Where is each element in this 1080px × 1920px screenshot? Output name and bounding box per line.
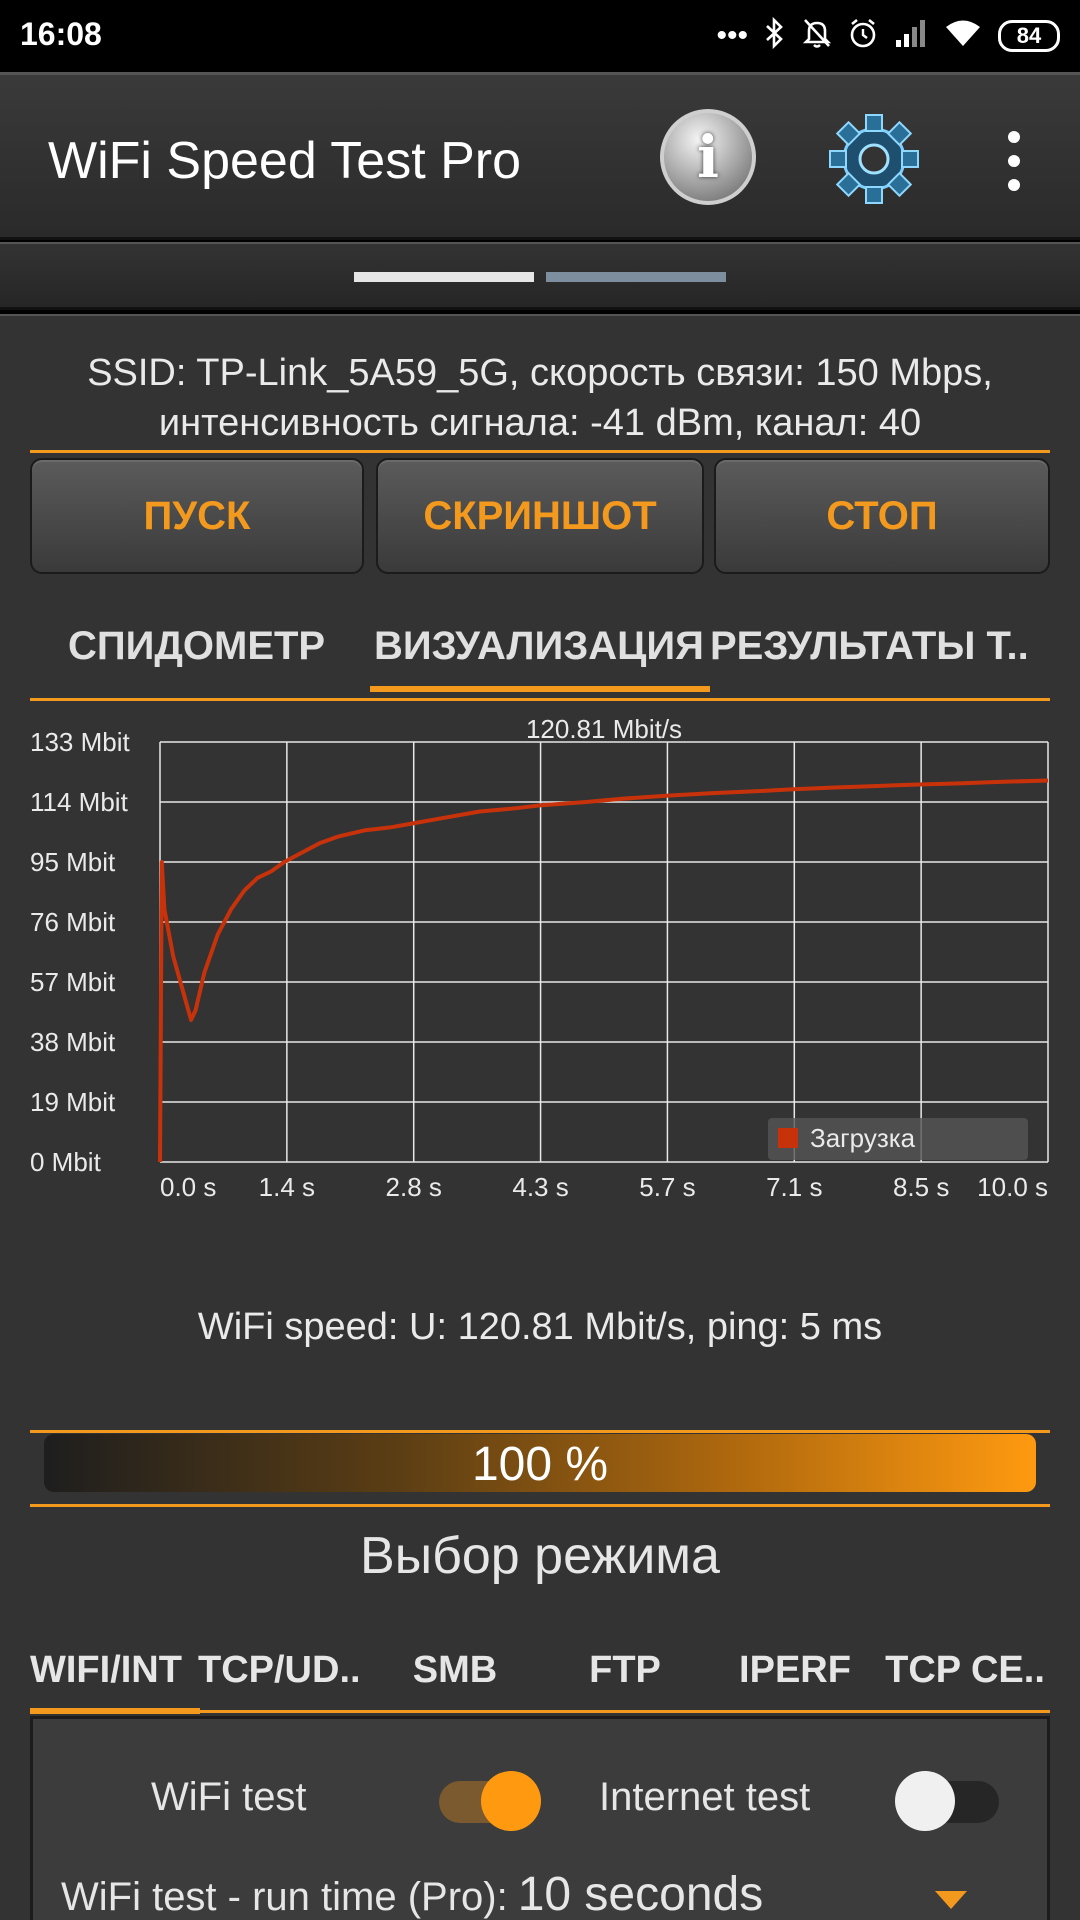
y-tick-label: 57 Mbit (30, 967, 116, 997)
tab-selected-indicator (370, 686, 710, 692)
chart-legend-swatch (778, 1128, 798, 1148)
x-tick-label: 0.0 s (160, 1172, 216, 1202)
x-tick-label: 5.7 s (639, 1172, 695, 1202)
x-tick-label: 2.8 s (386, 1172, 442, 1202)
runtime-setting[interactable]: WiFi test - run time (Pro): 10 seconds (61, 1867, 763, 1920)
bluetooth-icon (764, 16, 786, 55)
status-icons: ••• 84 (716, 14, 1060, 58)
chart-legend-label: Загрузка (810, 1123, 916, 1153)
y-tick-label: 19 Mbit (30, 1087, 116, 1117)
overflow-menu-icon[interactable] (1000, 131, 1028, 191)
chart-x-ticks: 0.0 s 1.4 s 2.8 s 4.3 s 5.7 s 7.1 s 8.5 s 10.0 … (160, 1172, 1048, 1202)
y-tick-label: 133 Mbit (30, 727, 130, 757)
signal-icon (894, 18, 928, 54)
settings-gear-icon[interactable] (822, 111, 926, 207)
toggle-knob (895, 1771, 955, 1831)
status-time: 16:08 (20, 16, 102, 52)
view-tabs: СПИДОМЕТР ВИЗУАЛИЗАЦИЯ РЕЗУЛЬТАТЫ Т.. (30, 606, 1050, 692)
page-indicator-active[interactable] (354, 272, 534, 282)
divider (30, 1430, 1050, 1433)
options-panel: WiFi test Internet test WiFi test - run … (30, 1716, 1050, 1920)
divider (30, 1504, 1050, 1507)
y-tick-label: 114 Mbit (30, 787, 129, 817)
dropdown-caret-icon[interactable] (935, 1891, 967, 1909)
progress-bar: 100 % (44, 1434, 1036, 1492)
stop-button[interactable]: СТОП (714, 458, 1050, 574)
tab-results[interactable]: РЕЗУЛЬТАТЫ Т.. (710, 606, 1050, 686)
y-tick-label: 95 Mbit (30, 847, 116, 877)
progress-label: 100 % (471, 1438, 609, 1491)
x-tick-label: 7.1 s (766, 1172, 822, 1202)
wifi-test-label: WiFi test (151, 1775, 307, 1819)
tab-smb[interactable]: SMB (370, 1628, 540, 1712)
status-bar: 16:08 ••• 84 (0, 0, 1080, 72)
battery-indicator: 84 (998, 20, 1060, 52)
tab-tcp-udp[interactable]: TCP/UD.. (198, 1628, 370, 1712)
page-indicator (0, 242, 1080, 310)
x-tick-label: 10.0 s (977, 1172, 1048, 1202)
speed-summary: WiFi speed: U: 120.81 Mbit/s, ping: 5 ms (197, 1306, 883, 1348)
runtime-label: WiFi test - run time (Pro): (61, 1875, 508, 1919)
chart-title: 120.81 Mbit/s (526, 714, 682, 744)
start-button[interactable]: ПУСК (30, 458, 364, 574)
y-tick-label: 38 Mbit (30, 1027, 116, 1057)
app-bar: WiFi Speed Test Pro i (0, 72, 1080, 240)
x-tick-label: 8.5 s (893, 1172, 949, 1202)
x-tick-label: 4.3 s (512, 1172, 568, 1202)
app-title: WiFi Speed Test Pro (48, 132, 522, 190)
y-tick-label: 0 Mbit (30, 1147, 102, 1177)
internet-test-toggle[interactable] (895, 1771, 999, 1831)
connection-info-line2: интенсивность сигнала: -41 dBm, канал: 4… (158, 402, 922, 444)
chart-y-ticks: 133 Mbit 114 Mbit 95 Mbit 76 Mbit 57 Mbit 38 … (30, 727, 130, 1177)
chart-legend: Загрузка (768, 1118, 1028, 1160)
divider (30, 1710, 1050, 1713)
connection-info-line1: SSID: TP-Link_5A59_5G, скорость связи: 1… (87, 352, 993, 394)
screenshot-button[interactable]: СКРИНШОТ (376, 458, 704, 574)
y-tick-label: 76 Mbit (30, 907, 116, 937)
connection-info: SSID: TP-Link_5A59_5G, скорость связи: 1… (30, 348, 1050, 448)
divider (30, 450, 1050, 453)
mode-tabs: WIFI/INT TCP/UD.. SMB FTP IPERF TCP CE.. (30, 1628, 1050, 1714)
tab-iperf[interactable]: IPERF (710, 1628, 880, 1712)
tab-ftp[interactable]: FTP (540, 1628, 710, 1712)
speed-chart: 120.81 Mbit/s 133 Mbit 114 Mbit 95 Mbit 76 … (30, 714, 1049, 1202)
divider (30, 698, 1050, 701)
chart-grid (159, 741, 1049, 1163)
tab-visualization[interactable]: ВИЗУАЛИЗАЦИЯ (374, 606, 740, 686)
page-indicator-inactive[interactable] (546, 272, 726, 282)
bell-off-icon (802, 17, 832, 55)
runtime-value: 10 seconds (517, 1868, 764, 1920)
chart-series-line (158, 778, 1049, 1163)
more-dots-icon: ••• (716, 19, 748, 52)
tab-tcp-server[interactable]: TCP CE.. (880, 1628, 1050, 1712)
x-tick-label: 1.4 s (259, 1172, 315, 1202)
tab-wifi-internet[interactable]: WIFI/INT (30, 1628, 190, 1712)
wifi-icon (944, 18, 982, 54)
toggle-knob (481, 1771, 541, 1831)
alarm-icon (848, 17, 878, 55)
mode-title: Выбор режима (360, 1527, 720, 1585)
main-panel: SSID: TP-Link_5A59_5G, скорость связи: 1… (0, 314, 1080, 1920)
info-icon[interactable]: i (660, 109, 756, 205)
wifi-test-toggle[interactable] (439, 1771, 541, 1831)
tab-speedometer[interactable]: СПИДОМЕТР (68, 606, 368, 686)
internet-test-label: Internet test (599, 1775, 811, 1819)
